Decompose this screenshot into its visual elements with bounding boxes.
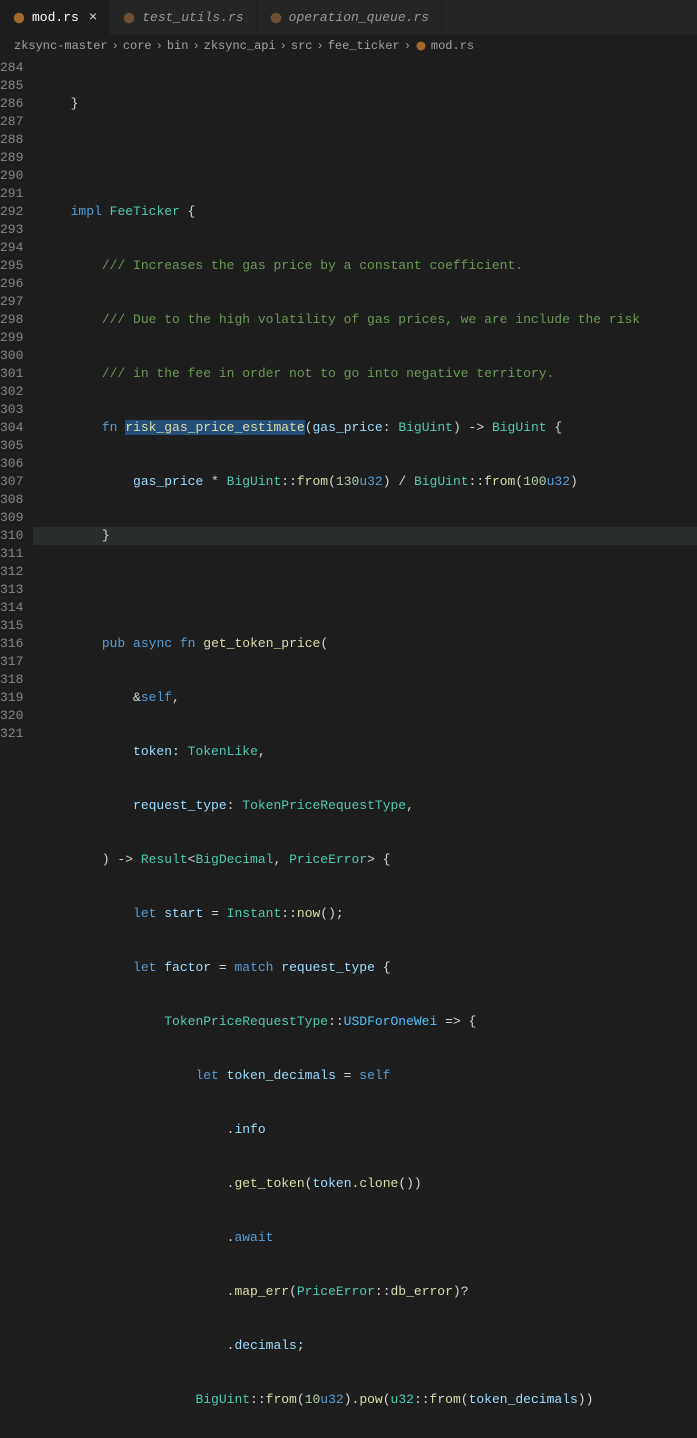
chevron-right-icon: › [112,39,119,53]
code-line[interactable]: &self, [33,689,697,707]
crumb[interactable]: bin [167,39,189,53]
code-area[interactable]: } impl FeeTicker { /// Increases the gas… [33,57,697,719]
line-number: 321 [0,725,23,743]
code-line[interactable]: let start = Instant::now(); [33,905,697,923]
line-number: 298 [0,311,23,329]
code-line[interactable] [33,581,697,599]
line-number: 291 [0,185,23,203]
line-number: 300 [0,347,23,365]
line-number: 290 [0,167,23,185]
line-number: 289 [0,149,23,167]
rust-file-icon [122,11,136,25]
line-number: 292 [0,203,23,221]
code-line[interactable]: .map_err(PriceError::db_error)? [33,1283,697,1301]
code-line[interactable]: .info [33,1121,697,1139]
line-number: 285 [0,77,23,95]
line-number: 301 [0,365,23,383]
code-line[interactable]: } [33,95,697,113]
rust-file-icon [415,40,427,52]
tab-label: operation_queue.rs [289,10,429,25]
line-number: 314 [0,599,23,617]
breadcrumb[interactable]: zksync-master› core› bin› zksync_api› sr… [0,35,697,57]
code-line[interactable]: let token_decimals = self [33,1067,697,1085]
line-number: 319 [0,689,23,707]
line-number: 284 [0,59,23,77]
crumb[interactable]: zksync_api [204,39,276,53]
line-number: 288 [0,131,23,149]
line-number: 293 [0,221,23,239]
line-number: 304 [0,419,23,437]
crumb[interactable]: src [291,39,313,53]
code-line[interactable]: .get_token(token.clone()) [33,1175,697,1193]
tab-label: mod.rs [32,10,79,25]
line-number: 320 [0,707,23,725]
chevron-right-icon: › [156,39,163,53]
code-line[interactable]: /// in the fee in order not to go into n… [33,365,697,383]
line-number: 309 [0,509,23,527]
code-line[interactable]: pub async fn get_token_price( [33,635,697,653]
code-line[interactable]: /// Due to the high volatility of gas pr… [33,311,697,329]
crumb[interactable]: zksync-master [14,39,108,53]
line-number: 296 [0,275,23,293]
line-number: 308 [0,491,23,509]
code-line[interactable]: gas_price * BigUint::from(130u32) / BigU… [33,473,697,491]
code-line[interactable]: .await [33,1229,697,1247]
code-line[interactable]: fn risk_gas_price_estimate(gas_price: Bi… [33,419,697,437]
line-number: 287 [0,113,23,131]
line-number: 316 [0,635,23,653]
line-number: 311 [0,545,23,563]
tab-label: test_utils.rs [142,10,243,25]
crumb[interactable]: core [123,39,152,53]
close-icon[interactable]: × [89,10,97,26]
line-number: 318 [0,671,23,689]
crumb[interactable]: fee_ticker [328,39,400,53]
code-line[interactable]: .decimals; [33,1337,697,1355]
line-number: 306 [0,455,23,473]
line-number: 295 [0,257,23,275]
line-number: 297 [0,293,23,311]
chevron-right-icon: › [404,39,411,53]
line-number: 310 [0,527,23,545]
line-number: 312 [0,563,23,581]
chevron-right-icon: › [316,39,323,53]
chevron-right-icon: › [280,39,287,53]
tab-operation-queue-rs[interactable]: operation_queue.rs [257,0,442,35]
line-number: 303 [0,401,23,419]
code-line[interactable]: request_type: TokenPriceRequestType, [33,797,697,815]
tab-test-utils-rs[interactable]: test_utils.rs [110,0,256,35]
rust-file-icon [269,11,283,25]
rust-file-icon [12,11,26,25]
code-line[interactable]: token: TokenLike, [33,743,697,761]
line-number: 294 [0,239,23,257]
code-line[interactable] [33,149,697,167]
line-number-gutter: 2842852862872882892902912922932942952962… [0,57,33,719]
editor-pane: 2842852862872882892902912922932942952962… [0,57,697,719]
code-line[interactable]: ) -> Result<BigDecimal, PriceError> { [33,851,697,869]
code-line[interactable]: impl FeeTicker { [33,203,697,221]
chevron-right-icon: › [192,39,199,53]
line-number: 313 [0,581,23,599]
crumb[interactable]: mod.rs [431,39,474,53]
tab-mod-rs[interactable]: mod.rs × [0,0,110,35]
line-number: 315 [0,617,23,635]
line-number: 305 [0,437,23,455]
code-line[interactable]: /// Increases the gas price by a constan… [33,257,697,275]
code-line[interactable]: BigUint::from(10u32).pow(u32::from(token… [33,1391,697,1409]
editor-tabs: mod.rs × test_utils.rs operation_queue.r… [0,0,697,35]
line-number: 317 [0,653,23,671]
code-line-active[interactable]: } [33,527,697,545]
line-number: 286 [0,95,23,113]
code-line[interactable]: let factor = match request_type { [33,959,697,977]
code-line[interactable]: TokenPriceRequestType::USDForOneWei => { [33,1013,697,1031]
line-number: 302 [0,383,23,401]
line-number: 299 [0,329,23,347]
line-number: 307 [0,473,23,491]
